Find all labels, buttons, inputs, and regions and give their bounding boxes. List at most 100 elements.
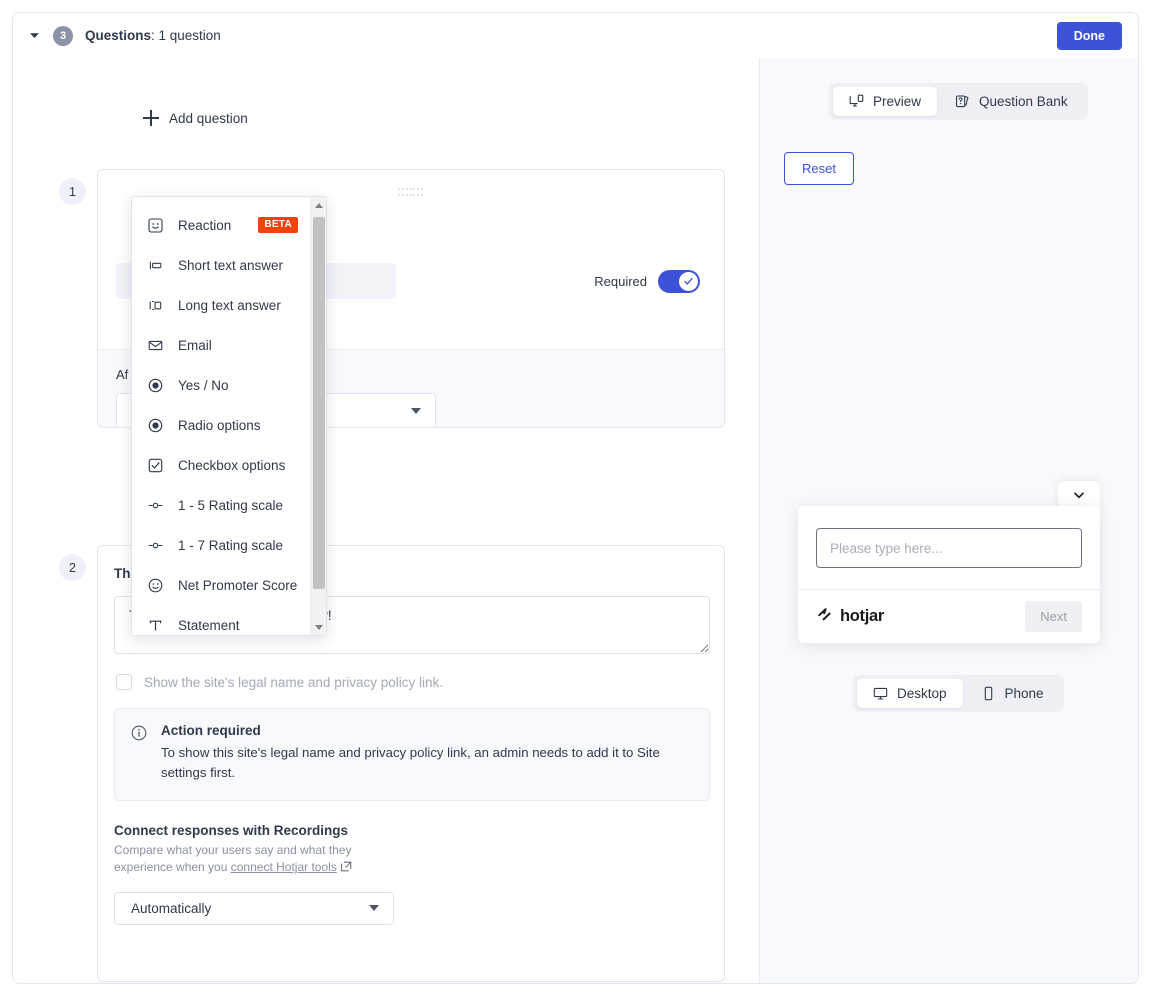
caret-down-icon[interactable] xyxy=(23,25,45,47)
monitor-preview-icon xyxy=(849,94,864,109)
radio-filled-icon xyxy=(146,376,164,394)
scrollbar-up-arrow-icon[interactable] xyxy=(311,197,327,213)
required-label: Required xyxy=(594,274,647,289)
survey-widget-preview: hotjar Next xyxy=(798,481,1100,643)
menu-item-radio-options[interactable]: Radio options xyxy=(132,405,310,445)
connect-recordings-select[interactable]: Automatically xyxy=(114,891,394,925)
menu-item-label: Radio options xyxy=(178,417,261,433)
add-question-label: Add question xyxy=(169,110,248,126)
menu-item-net-promoter-score[interactable]: Net Promoter Score xyxy=(132,565,310,605)
scrollbar-down-arrow-icon[interactable] xyxy=(311,619,327,635)
menu-item-label: Email xyxy=(178,337,212,353)
notice-title: Action required xyxy=(161,723,261,738)
hotjar-brand: hotjar xyxy=(816,606,884,628)
page-title-value: : 1 question xyxy=(151,28,221,43)
menu-item-yes-no[interactable]: Yes / No xyxy=(132,365,310,405)
preview-pane: Preview Question Bank Reset Please type … xyxy=(760,58,1138,983)
toggle-knob xyxy=(679,272,698,291)
question-2-badge: 2 xyxy=(59,554,86,581)
menu-item-label: 1 - 7 Rating scale xyxy=(178,537,284,553)
reset-button[interactable]: Reset xyxy=(784,152,854,185)
required-toggle[interactable] xyxy=(658,270,700,293)
section-header: 3 Questions: 1 question Done xyxy=(13,13,1138,58)
radio-filled-icon xyxy=(146,416,164,434)
menu-item-label: Reaction xyxy=(178,217,232,233)
chevron-down-icon xyxy=(411,408,421,414)
monitor-icon xyxy=(873,686,888,701)
text-t-icon xyxy=(146,616,164,634)
preview-tabs: Preview Question Bank xyxy=(829,83,1088,120)
editor-body: Add question 1 Required Af 2 Th Thanks f… xyxy=(13,58,1138,983)
chevron-down-icon xyxy=(369,905,379,912)
add-question-button[interactable]: Add question xyxy=(143,110,248,126)
page-title: Questions: 1 question xyxy=(85,28,221,43)
tab-question-bank-label: Question Bank xyxy=(979,94,1068,109)
done-button[interactable]: Done xyxy=(1056,21,1122,50)
rating-scale-icon xyxy=(146,536,164,554)
notice-body: To show this site's legal name and priva… xyxy=(161,745,660,781)
question-type-menu[interactable]: Reaction BETA Short text answer Long tex… xyxy=(131,196,327,636)
smiley-outline-icon xyxy=(146,576,164,594)
short-text-icon xyxy=(146,256,164,274)
cards-question-icon xyxy=(955,94,970,109)
chevron-down-icon xyxy=(1072,488,1086,507)
action-required-notice: Action required To show this site's lega… xyxy=(114,708,710,801)
question-type-menu-list: Reaction BETA Short text answer Long tex… xyxy=(132,197,310,635)
menu-item-statement[interactable]: Statement xyxy=(132,605,310,635)
device-preview-tabs: Desktop Phone xyxy=(853,675,1064,712)
menu-item-short-text-answer[interactable]: Short text answer xyxy=(132,245,310,285)
legal-checkbox-label: Show the site's legal name and privacy p… xyxy=(144,674,443,690)
tab-desktop[interactable]: Desktop xyxy=(857,679,963,708)
connect-hotjar-tools-link[interactable]: connect Hotjar tools xyxy=(231,860,337,874)
reaction-smiley-icon xyxy=(146,216,164,234)
external-link-icon xyxy=(340,861,352,878)
hotjar-brand-label: hotjar xyxy=(840,607,885,625)
tab-preview-label: Preview xyxy=(873,94,922,109)
menu-item-label: Yes / No xyxy=(178,377,229,393)
tab-phone-label: Phone xyxy=(1004,686,1044,701)
tab-phone[interactable]: Phone xyxy=(965,679,1060,708)
survey-editor-screen: 3 Questions: 1 question Done Add questio… xyxy=(0,0,1151,996)
menu-item-label: 1 - 5 Rating scale xyxy=(178,497,284,513)
long-text-icon xyxy=(146,296,164,314)
menu-item-label: Checkbox options xyxy=(178,457,286,473)
menu-item-label: Net Promoter Score xyxy=(178,577,298,593)
beta-badge: BETA xyxy=(258,217,298,233)
legal-checkbox[interactable] xyxy=(116,674,132,690)
widget-answer-input[interactable] xyxy=(816,528,1082,568)
checkbox-checked-icon xyxy=(146,456,164,474)
menu-item-label: Statement xyxy=(178,617,240,633)
question-1-badge: 1 xyxy=(59,178,86,205)
connect-recordings-title: Connect responses with Recordings xyxy=(114,822,349,838)
menu-scrollbar[interactable] xyxy=(310,197,326,635)
after-label: Af xyxy=(116,367,129,382)
menu-item-rating-scale-1-7[interactable]: 1 - 7 Rating scale xyxy=(132,525,310,565)
menu-item-rating-scale-1-5[interactable]: 1 - 5 Rating scale xyxy=(132,485,310,525)
scrollbar-thumb[interactable] xyxy=(313,217,325,589)
tab-desktop-label: Desktop xyxy=(897,686,947,701)
menu-item-reaction[interactable]: Reaction BETA xyxy=(132,205,310,245)
widget-footer: hotjar Next xyxy=(798,589,1100,643)
hotjar-mark-icon xyxy=(816,606,833,628)
widget-body xyxy=(798,506,1100,589)
menu-item-label: Long text answer xyxy=(178,297,281,313)
tab-preview[interactable]: Preview xyxy=(833,87,938,116)
questions-list-pane: Add question 1 Required Af 2 Th Thanks f… xyxy=(13,58,760,983)
page-title-label: Questions xyxy=(85,28,152,43)
drag-handle-icon[interactable] xyxy=(398,188,424,198)
tab-question-bank[interactable]: Question Bank xyxy=(939,87,1084,116)
connect-recordings-subtitle: Compare what your users say and what the… xyxy=(114,842,374,879)
widget-box: hotjar Next xyxy=(798,506,1100,643)
phone-icon xyxy=(981,686,996,701)
menu-item-checkbox-options[interactable]: Checkbox options xyxy=(132,445,310,485)
connect-select-value: Automatically xyxy=(131,900,212,916)
menu-item-long-text-answer[interactable]: Long text answer xyxy=(132,285,310,325)
plus-icon xyxy=(143,110,159,126)
menu-item-email[interactable]: Email xyxy=(132,325,310,365)
legal-checkbox-row[interactable]: Show the site's legal name and privacy p… xyxy=(114,674,708,690)
widget-next-button[interactable]: Next xyxy=(1025,601,1082,632)
menu-item-label: Short text answer xyxy=(178,257,284,273)
step-number-badge: 3 xyxy=(53,25,73,46)
info-circle-icon xyxy=(131,725,147,784)
questions-section-card: 3 Questions: 1 question Done Add questio… xyxy=(12,12,1139,984)
